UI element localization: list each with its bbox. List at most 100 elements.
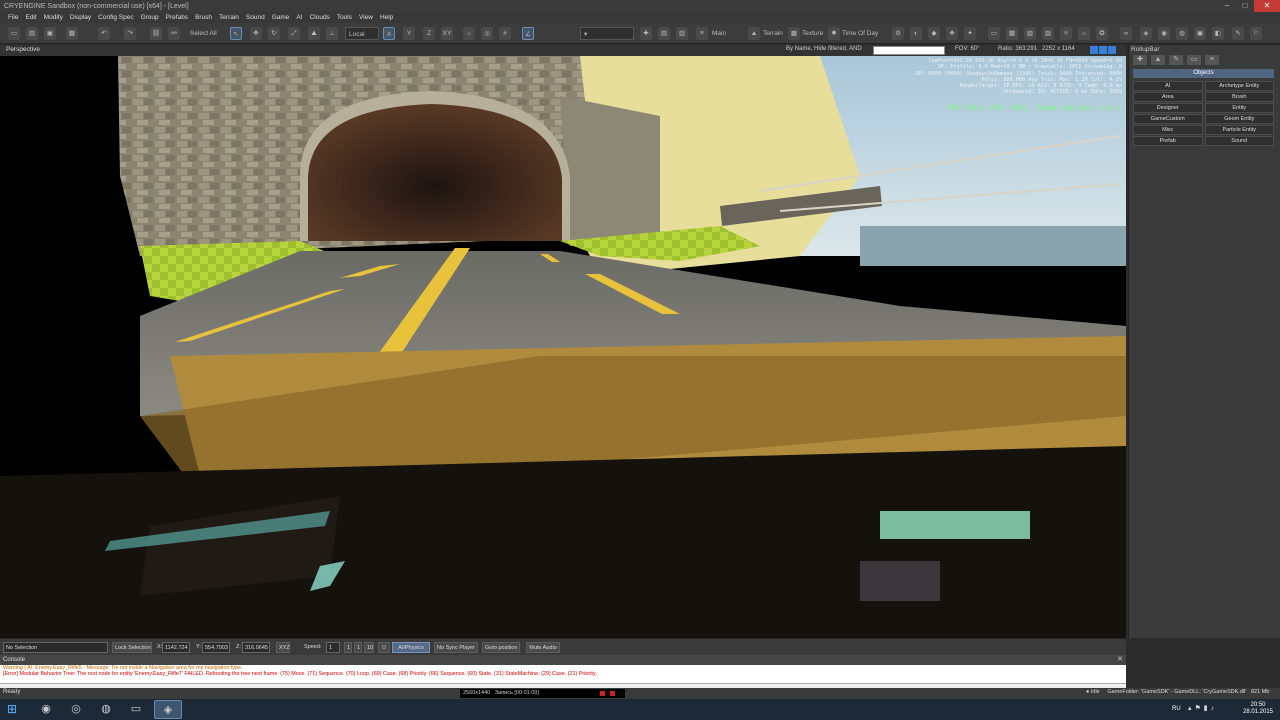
object-brush-button[interactable]: Brush bbox=[1204, 92, 1274, 102]
tool-d-icon[interactable]: ⚙ bbox=[892, 27, 904, 40]
tool-s-icon[interactable]: ◍ bbox=[1176, 27, 1188, 40]
console-log[interactable]: Warning [ AI: Enemy.Easy_Rifle5 - Messag… bbox=[0, 665, 1126, 683]
menu-terrain[interactable]: Terrain bbox=[219, 14, 239, 21]
object-misc-button[interactable]: Misc bbox=[1133, 125, 1203, 135]
menu-ai[interactable]: AI bbox=[296, 14, 302, 21]
goto-position-button[interactable]: Goto position bbox=[482, 642, 520, 653]
layer-select[interactable]: ▾ bbox=[580, 27, 634, 40]
object-gamecustom-button[interactable]: GameCustom bbox=[1133, 114, 1203, 124]
axis-x-button[interactable]: X bbox=[383, 27, 395, 40]
record-pause-icon[interactable] bbox=[610, 691, 615, 696]
steam-icon[interactable]: ◍ bbox=[92, 700, 120, 719]
terrain-button[interactable]: Terrain bbox=[763, 27, 783, 40]
menu-display[interactable]: Display bbox=[70, 14, 91, 21]
snap-terrain-icon[interactable]: ⌂ bbox=[463, 27, 475, 40]
menu-game[interactable]: Game bbox=[272, 14, 290, 21]
speed-option-1[interactable]: 1 bbox=[344, 642, 352, 653]
ai-physics-button[interactable]: AI/Physics bbox=[392, 642, 430, 653]
menu-file[interactable]: File bbox=[8, 14, 18, 21]
layers-icon[interactable]: ≡ bbox=[696, 27, 708, 40]
tool-t-icon[interactable]: ▣ bbox=[1194, 27, 1206, 40]
tool-i-icon[interactable]: ▭ bbox=[988, 27, 1000, 40]
scale-icon[interactable]: ⤢ bbox=[288, 27, 300, 40]
object-area-button[interactable]: Area bbox=[1133, 92, 1203, 102]
object-ai-button[interactable]: AI bbox=[1133, 81, 1203, 91]
viewport-name[interactable]: Perspective bbox=[6, 46, 40, 53]
axis-xy-button[interactable]: XY bbox=[441, 27, 453, 40]
menu-brush[interactable]: Brush bbox=[195, 14, 212, 21]
tool-r-icon[interactable]: ◉ bbox=[1158, 27, 1170, 40]
objects-tab-icon[interactable]: ✚ bbox=[1133, 55, 1147, 65]
terrain-snap-icon[interactable]: ⛰ bbox=[308, 27, 320, 40]
menu-help[interactable]: Help bbox=[380, 14, 393, 21]
objects-section-header[interactable]: Objects bbox=[1133, 69, 1274, 78]
axis-y-button[interactable]: Y bbox=[403, 27, 415, 40]
tool-c-icon[interactable]: ▥ bbox=[676, 27, 688, 40]
language-indicator[interactable]: RU bbox=[1172, 706, 1181, 712]
no-sync-player-button[interactable]: No Sync Player bbox=[434, 642, 478, 653]
undo-icon[interactable]: ↶ bbox=[98, 27, 110, 40]
snap-object-icon[interactable]: ◎ bbox=[481, 27, 493, 40]
clock[interactable]: 20:50 28.01.2015 bbox=[1240, 702, 1276, 716]
tool-f-icon[interactable]: ◆ bbox=[928, 27, 940, 40]
tool-u-icon[interactable]: ◧ bbox=[1212, 27, 1224, 40]
tool-v-icon[interactable]: ✎ bbox=[1232, 27, 1244, 40]
menu-config-spec[interactable]: Config Spec bbox=[98, 14, 133, 21]
move-icon[interactable]: ✥ bbox=[250, 27, 262, 40]
coord-system-select[interactable]: Local bbox=[345, 27, 379, 40]
menu-tools[interactable]: Tools bbox=[337, 14, 352, 21]
redo-icon[interactable]: ↷ bbox=[124, 27, 136, 40]
object-prefab-button[interactable]: Prefab bbox=[1133, 136, 1203, 146]
tool-h-icon[interactable]: ✦ bbox=[964, 27, 976, 40]
align-icon[interactable]: ⊥ bbox=[326, 27, 338, 40]
tool-k-icon[interactable]: ▧ bbox=[1024, 27, 1036, 40]
z-coord-field[interactable]: 316.0645 bbox=[242, 642, 270, 653]
select-all-dropdown[interactable]: Select All bbox=[190, 27, 217, 40]
menu-view[interactable]: View bbox=[359, 14, 373, 21]
maximize-icon[interactable]: □ bbox=[1236, 0, 1254, 12]
display-tab-icon[interactable]: ▭ bbox=[1187, 55, 1201, 65]
x-coord-field[interactable]: 1142.724 bbox=[162, 642, 190, 653]
console-close-icon[interactable]: ✕ bbox=[1117, 655, 1123, 665]
select-icon[interactable]: ↖ bbox=[230, 27, 242, 40]
ratio-readout[interactable]: Ratio: 363:291 2252 x 1164 bbox=[998, 46, 1075, 52]
mute-audio-button[interactable]: Mute Audio bbox=[526, 642, 560, 653]
tool-m-icon[interactable]: ⚛ bbox=[1060, 27, 1072, 40]
time-of-day-button[interactable]: Time Of Day bbox=[842, 27, 878, 40]
snap-grid-icon[interactable]: # bbox=[499, 27, 511, 40]
rotate-icon[interactable]: ↻ bbox=[268, 27, 280, 40]
menu-modify[interactable]: Modify bbox=[44, 14, 63, 21]
fov-readout[interactable]: FOV: 60° bbox=[955, 46, 980, 52]
snap-angle-icon[interactable]: ∠ bbox=[522, 27, 534, 40]
speed-option-2[interactable]: 1 bbox=[354, 642, 362, 653]
folder-icon[interactable]: ▭ bbox=[122, 700, 150, 719]
modify-tab-icon[interactable]: ✎ bbox=[1169, 55, 1183, 65]
game-mode-icon[interactable]: ⚇ bbox=[378, 642, 390, 653]
firefox-icon[interactable]: ◉ bbox=[32, 700, 60, 719]
tool-p-icon[interactable]: ∞ bbox=[1120, 27, 1132, 40]
menu-prefabs[interactable]: Prefabs bbox=[166, 14, 188, 21]
lock-selection-button[interactable]: Lock Selection bbox=[112, 642, 152, 653]
close-icon[interactable]: ✕ bbox=[1254, 0, 1280, 12]
tool-g-icon[interactable]: ❖ bbox=[946, 27, 958, 40]
viewport-3d[interactable]: CamPos=1091.50 556.38 Angl=0.0 5.10 ZN=0… bbox=[0, 56, 1126, 638]
link-icon[interactable]: ⛓ bbox=[150, 27, 162, 40]
filter-mode[interactable]: By Name, Hide filtered, AND bbox=[786, 46, 862, 52]
minimize-icon[interactable]: – bbox=[1218, 0, 1236, 12]
tool-e-icon[interactable]: ◐ bbox=[910, 27, 922, 40]
y-coord-field[interactable]: 554.7003 bbox=[202, 642, 230, 653]
selection-field[interactable]: No Selection bbox=[3, 642, 108, 653]
tool-o-icon[interactable]: ✪ bbox=[1096, 27, 1108, 40]
object-sound-button[interactable]: Sound bbox=[1204, 136, 1274, 146]
menu-group[interactable]: Group bbox=[141, 14, 159, 21]
settings-icon[interactable]: ▦ bbox=[66, 27, 78, 40]
menu-sound[interactable]: Sound bbox=[246, 14, 265, 21]
unlink-icon[interactable]: ⚯ bbox=[168, 27, 180, 40]
object-entity-button[interactable]: Entity bbox=[1204, 103, 1274, 113]
texture-button[interactable]: Texture bbox=[802, 27, 823, 40]
object-particle-entity-button[interactable]: Particle Entity bbox=[1204, 125, 1274, 135]
main-dropdown[interactable]: Main bbox=[712, 27, 726, 40]
speed-option-3[interactable]: 10 bbox=[364, 642, 374, 653]
new-icon[interactable]: ▭ bbox=[8, 27, 20, 40]
terrain-tab-icon[interactable]: ▲ bbox=[1151, 55, 1165, 65]
